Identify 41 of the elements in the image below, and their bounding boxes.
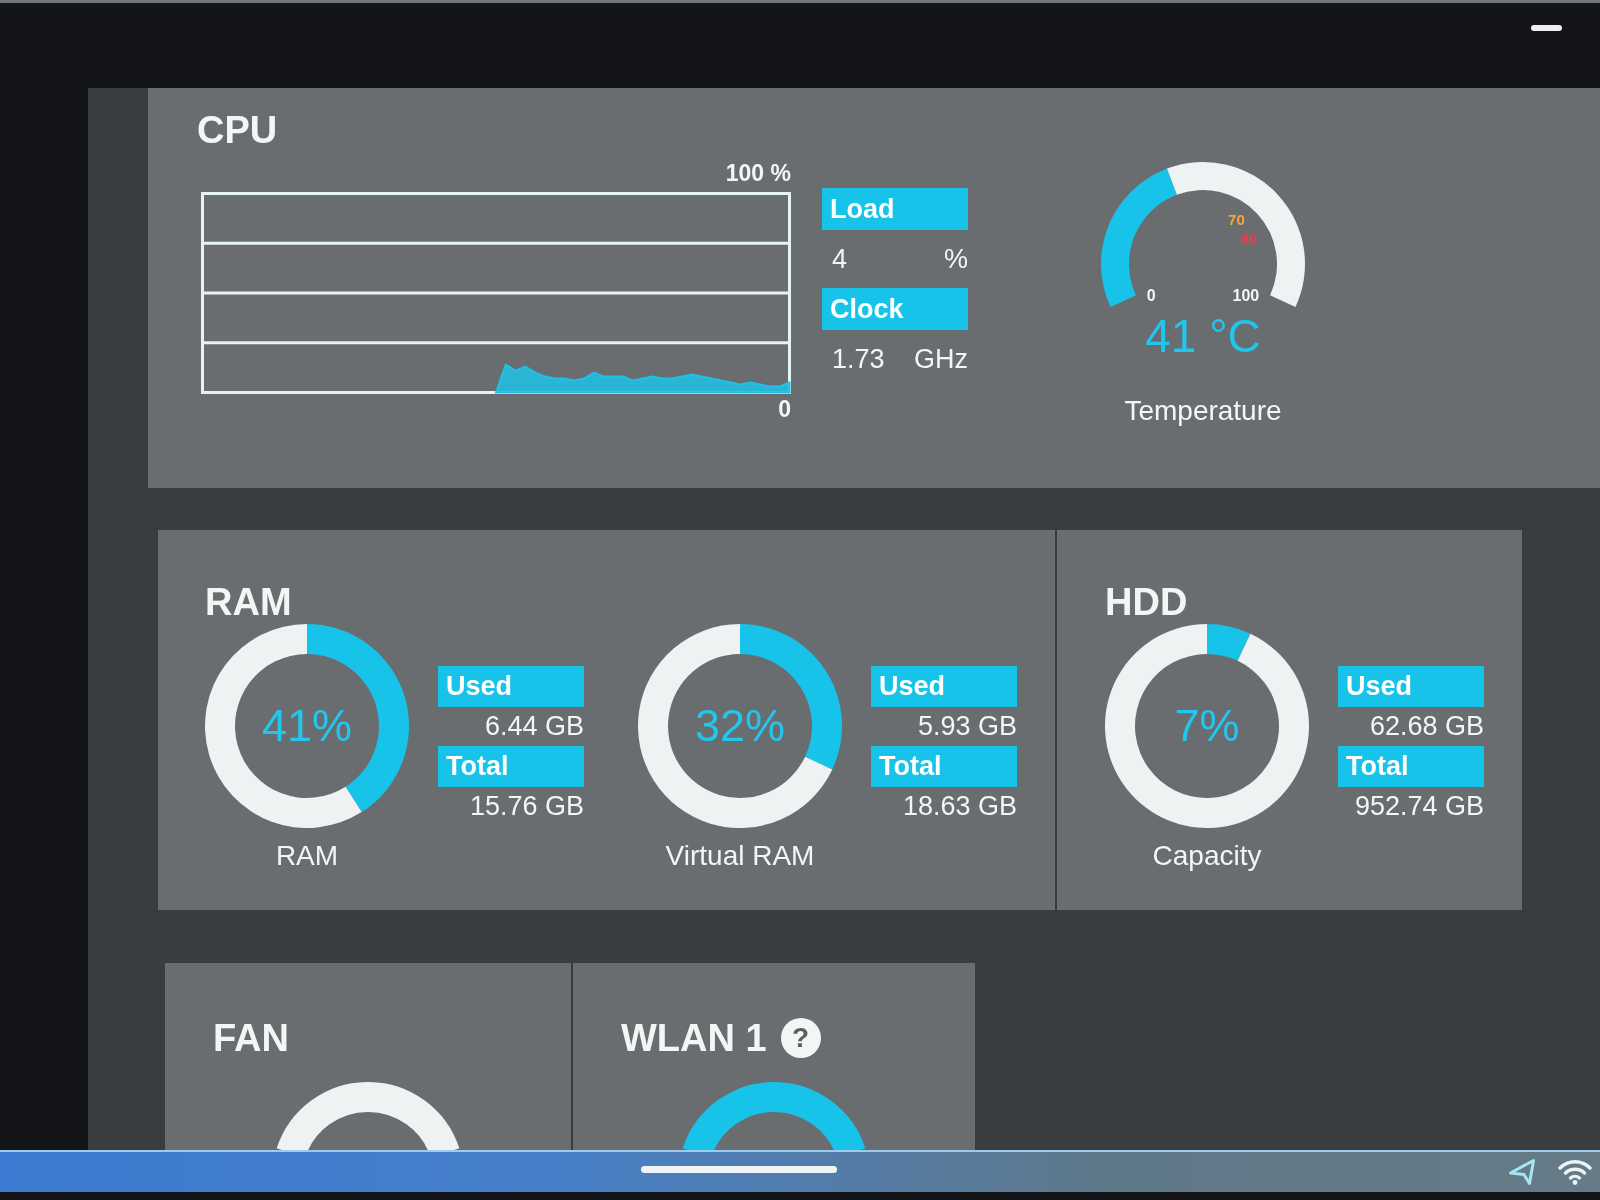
scale-label: 0 [1146,287,1156,306]
stat-label: Load [822,188,968,230]
stat-unit: GHz [914,343,968,375]
stat-value: 1.73 [832,343,885,375]
stat-value: 952.74 GB [1354,790,1484,823]
stat-label: Total [438,746,584,787]
scale-label: 100 [1232,287,1260,306]
stat-label: Total [871,746,1017,787]
temperature-reading: 41 °C [1145,311,1261,361]
stat-value: 5.93 GB [917,710,1017,743]
gauge-percent: 32% [694,700,786,752]
card-title: WLAN 1 [621,1016,767,1060]
stat-value: 18.63 GB [902,790,1017,823]
stat-label: Used [1338,666,1484,707]
stat-label: Clock [822,288,968,330]
stat-value: 62.68 GB [1369,710,1484,743]
gauge-label: Virtual RAM [665,840,815,872]
card-title: HDD [1105,580,1188,624]
gauge-label: RAM [275,840,339,872]
minimize-icon[interactable] [1531,25,1562,31]
axis-label: 0 [778,396,791,422]
wifi-icon[interactable] [1558,1159,1592,1185]
threshold-label: 80 [1240,230,1258,249]
stat-label: Total [1338,746,1484,787]
stat-value: 4 [832,243,848,275]
stat-label: Used [871,666,1017,707]
gauge-percent: 7% [1174,700,1240,752]
gauge-label: Capacity [1152,840,1262,872]
stat-unit: % [944,243,968,275]
gauge-label: Temperature [1124,395,1282,427]
axis-label: 100 % [725,160,791,186]
stat-value: 15.76 GB [469,790,584,823]
stat-label: Used [438,666,584,707]
threshold-label: 70 [1228,210,1245,229]
card-title: FAN [213,1016,289,1060]
card-title: CPU [197,108,278,152]
help-icon[interactable]: ? [780,1018,821,1058]
stat-value: 6.44 GB [484,710,584,743]
navigation-icon[interactable] [1508,1158,1536,1186]
gauge-percent: 41% [261,700,353,752]
card-title: RAM [205,580,292,624]
